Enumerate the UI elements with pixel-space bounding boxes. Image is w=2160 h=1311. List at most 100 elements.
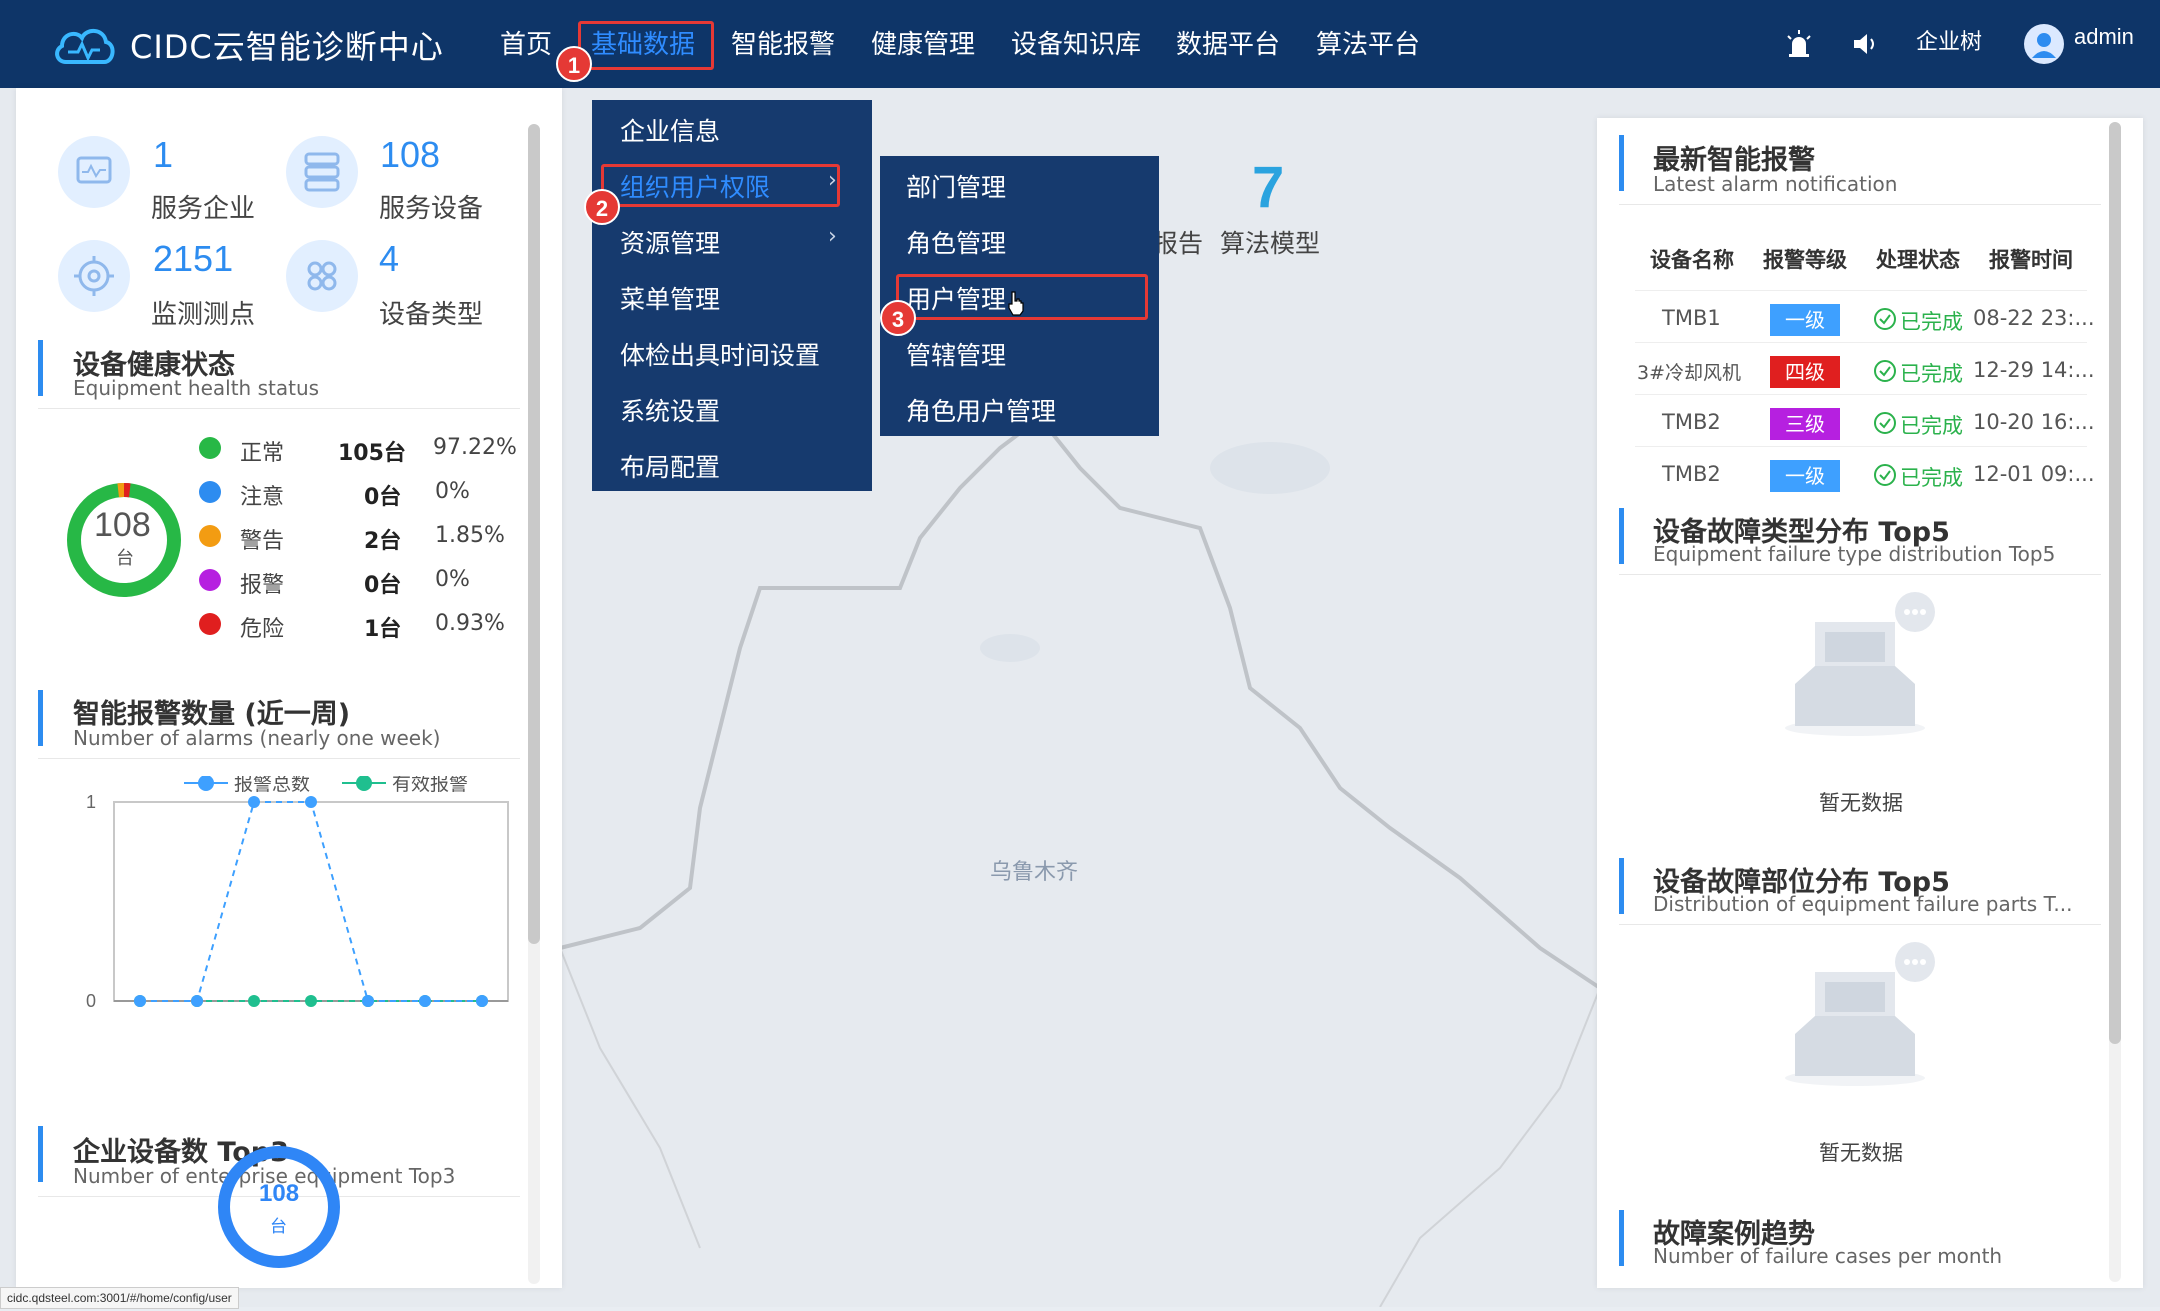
alarm-status: 已完成 [1900, 362, 1963, 386]
menu-item-resource-management[interactable]: 资源管理 [620, 224, 720, 260]
chart-frame [113, 801, 509, 1002]
empty-text: 暂无数据 [1819, 791, 1903, 815]
alarm-level-badge: 四级 [1770, 356, 1840, 388]
cloud-logo-icon [55, 29, 115, 64]
section-accent-bar [1619, 508, 1624, 564]
empty-inbox-icon [1785, 592, 1935, 736]
empty-text: 暂无数据 [1819, 1141, 1903, 1165]
left-scrollbar-thumb[interactable] [528, 124, 540, 944]
left-scrollbar[interactable] [528, 124, 540, 1284]
right-scrollbar[interactable] [2109, 122, 2121, 1282]
hand-pointer-icon [1008, 291, 1024, 316]
step-badge-1: 1 [556, 46, 592, 82]
health-label-danger: 危险 [240, 617, 285, 642]
alarm-time: 12-29 14:... [1973, 358, 2095, 382]
top3-unit: 台 [270, 1217, 287, 1237]
nav-algorithm-platform[interactable]: 算法平台 [1316, 24, 1420, 61]
check-circle-icon [1874, 360, 1896, 382]
menu-item-role-user[interactable]: 角色用户管理 [906, 392, 1056, 428]
status-url: cidc.qdsteel.com:3001/#/home/config/user [0, 1287, 239, 1309]
legend-dot-danger [199, 613, 221, 635]
legend-label: 有效报警 [392, 776, 468, 795]
top-navigation-bar: CIDC云智能诊断中心 首页 基础数据 智能报警 健康管理 设备知识库 数据平台… [0, 0, 2160, 88]
health-unit: 台 [116, 548, 134, 569]
section-accent-bar [38, 1126, 43, 1182]
data-point[interactable] [191, 995, 203, 1007]
health-total: 108 [94, 506, 151, 544]
left-panel: 1 服务企业 108 服务设备 2151 监测测点 4 设备类型 设备健康状态 … [16, 88, 562, 1288]
data-point[interactable] [305, 995, 317, 1007]
menu-item-layout-config[interactable]: 布局配置 [620, 448, 720, 484]
menu-item-jurisdiction[interactable]: 管辖管理 [906, 336, 1006, 372]
stat-icon-types [286, 240, 358, 312]
menu-item-role[interactable]: 角色管理 [906, 224, 1006, 260]
check-circle-icon [1874, 412, 1896, 434]
fault-part-subtitle: Distribution of equipment failure parts … [1653, 892, 2073, 916]
enterprise-tree-button[interactable]: 企业树 [1916, 24, 1982, 56]
alarm-list-subtitle: Latest alarm notification [1653, 172, 1898, 196]
top3-total: 108 [259, 1180, 300, 1207]
divider [38, 758, 520, 759]
highlight-basic-data [578, 21, 714, 70]
nav-smart-alarm[interactable]: 智能报警 [731, 24, 835, 61]
basic-data-dropdown: 企业信息 组织用户权限 › 资源管理 › 菜单管理 体检出具时间设置 系统设置 … [592, 100, 872, 491]
health-count-attention: 0台 [364, 485, 402, 510]
row-divider [1635, 446, 2087, 447]
health-pct-warning: 1.85% [435, 523, 505, 548]
y-tick-label: 1 [86, 792, 96, 812]
fault-type-subtitle: Equipment failure type distribution Top5 [1653, 542, 2056, 566]
health-count-warning: 2台 [364, 529, 402, 554]
alarm-device: TMB1 [1662, 306, 1721, 330]
section-accent-bar [38, 690, 43, 746]
data-point[interactable] [362, 995, 374, 1007]
col-process-status: 处理状态 [1876, 248, 1960, 272]
col-alarm-time: 报警时间 [1989, 248, 2073, 272]
divider [1619, 574, 2101, 575]
legend-item[interactable]: 报警总数 [184, 776, 310, 795]
nav-health-management[interactable]: 健康管理 [871, 24, 975, 61]
nav-equipment-knowledge[interactable]: 设备知识库 [1011, 24, 1141, 61]
data-point[interactable] [248, 796, 260, 808]
monitor-icon [76, 156, 112, 184]
data-point[interactable] [134, 995, 146, 1007]
alarm-light-icon[interactable] [1786, 30, 1812, 58]
series-line-total [140, 801, 482, 1002]
stat-label-equipment: 服务设备 [379, 194, 484, 224]
health-count-danger: 1台 [364, 617, 402, 642]
col-device-name: 设备名称 [1650, 248, 1734, 272]
step-badge-2: 2 [584, 189, 620, 225]
nav-data-platform[interactable]: 数据平台 [1176, 24, 1280, 61]
speaker-icon[interactable] [1852, 32, 1880, 56]
row-divider [1635, 342, 2087, 343]
data-point[interactable] [419, 995, 431, 1007]
menu-item-enterprise-info[interactable]: 企业信息 [620, 112, 720, 148]
data-point[interactable] [476, 995, 488, 1007]
menu-item-department[interactable]: 部门管理 [906, 168, 1006, 204]
data-point[interactable] [248, 995, 260, 1007]
health-pct-attention: 0% [435, 479, 470, 504]
target-icon [74, 256, 114, 296]
col-alarm-level: 报警等级 [1763, 248, 1847, 272]
health-label-attention: 注意 [240, 485, 285, 510]
row-divider [1635, 290, 2087, 291]
alarm-status: 已完成 [1900, 466, 1963, 490]
username[interactable]: admin [2074, 24, 2134, 50]
stat-icon-enterprise [58, 136, 130, 208]
fault-trend-subtitle: Number of failure cases per month [1653, 1244, 2003, 1268]
data-point[interactable] [305, 796, 317, 808]
menu-item-checkup-time-setting[interactable]: 体检出具时间设置 [620, 336, 820, 372]
divider [1619, 924, 2101, 925]
nav-home[interactable]: 首页 [500, 24, 552, 61]
stat-icon-points [58, 240, 130, 312]
legend-item[interactable]: 有效报警 [342, 776, 468, 795]
step-badge-3: 3 [880, 300, 916, 336]
avatar[interactable] [2024, 24, 2064, 64]
menu-item-menu-management[interactable]: 菜单管理 [620, 280, 720, 316]
menu-item-system-settings[interactable]: 系统设置 [620, 392, 720, 428]
alarm-status: 已完成 [1900, 414, 1963, 438]
chevron-right-icon: › [828, 224, 837, 249]
legend-dot-warning [199, 525, 221, 547]
health-count-normal: 105台 [338, 441, 406, 466]
health-pct-danger: 0.93% [435, 611, 505, 636]
right-scrollbar-thumb[interactable] [2109, 122, 2121, 1044]
